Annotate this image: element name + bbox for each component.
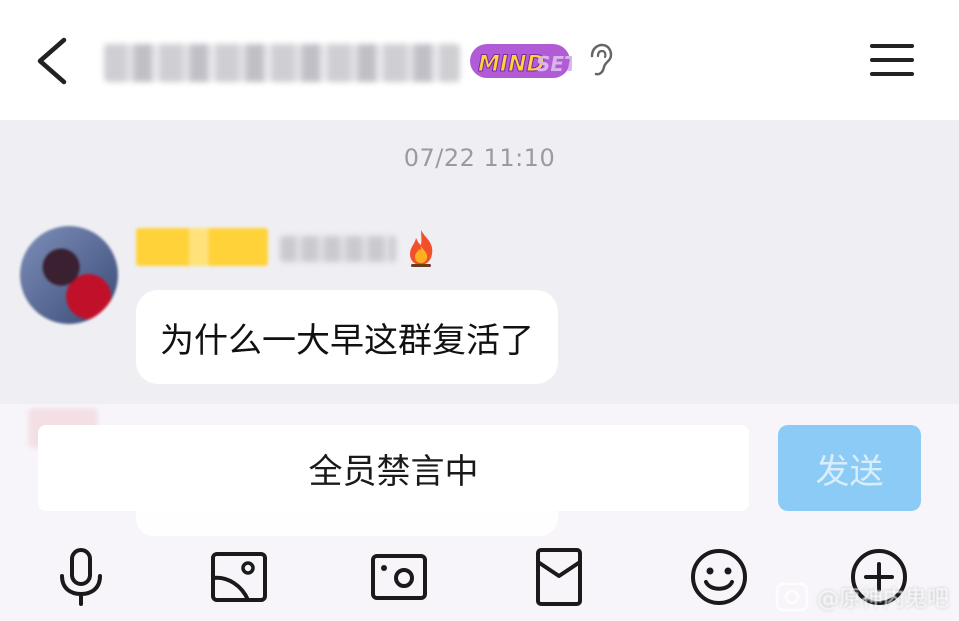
emoji-icon[interactable] — [688, 546, 750, 608]
watermark-text: @原神内鬼吧 — [816, 587, 949, 612]
camera-icon[interactable] — [368, 546, 430, 608]
message-timestamp: 07/22 11:10 — [403, 144, 556, 172]
mindset-badge-icon: MIND SET — [468, 40, 579, 82]
send-button[interactable]: 发送 — [778, 425, 921, 511]
hamburger-menu-icon[interactable] — [870, 42, 914, 78]
ear-icon — [586, 42, 614, 78]
microphone-icon[interactable] — [50, 546, 112, 608]
member-title-badge — [136, 228, 268, 266]
chat-area[interactable]: 07/22 11:10 为什么一大早这群复活了 全员禁言中 发送 @原神内鬼吧 — [0, 120, 959, 621]
svg-text:MIND: MIND — [478, 52, 545, 77]
chevron-left-icon[interactable] — [34, 36, 70, 86]
avatar[interactable] — [20, 226, 118, 324]
image-icon[interactable] — [208, 546, 270, 608]
sender-name — [280, 236, 396, 262]
group-title — [104, 44, 460, 82]
fire-icon — [404, 228, 438, 268]
chat-header: MIND SET — [0, 0, 959, 120]
message-bubble[interactable]: 为什么一大早这群复活了 — [136, 290, 558, 384]
watermark: @原神内鬼吧 — [775, 579, 949, 615]
message-input[interactable]: 全员禁言中 — [38, 425, 749, 511]
svg-text:SET: SET — [536, 52, 572, 76]
watermark-logo-icon — [775, 582, 809, 612]
red-envelope-icon[interactable] — [528, 546, 590, 608]
